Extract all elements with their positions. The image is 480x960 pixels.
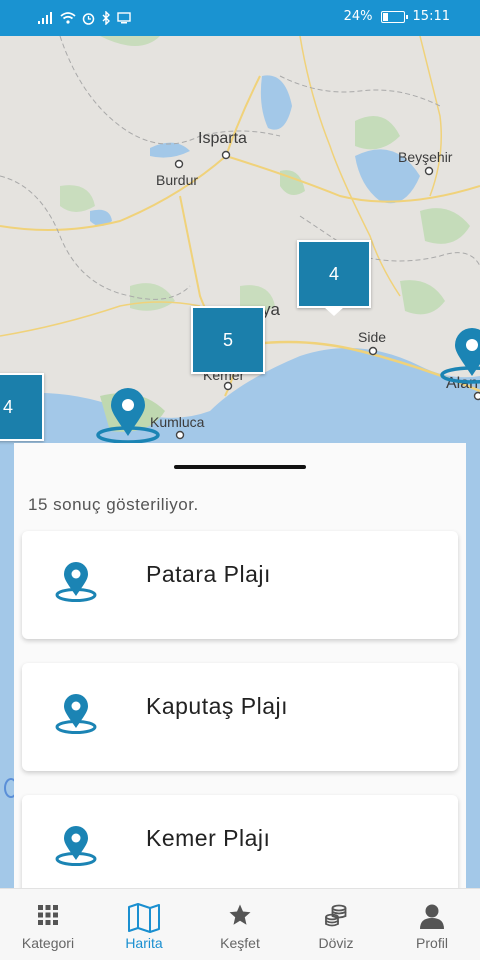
alarm-icon: [82, 12, 95, 25]
screen-icon: [117, 12, 131, 24]
map-cluster-marker[interactable]: 4: [297, 240, 371, 308]
result-card[interactable]: Patara Plajı: [22, 531, 458, 639]
city-label-burdur: Burdur: [156, 172, 199, 188]
tab-doviz[interactable]: Döviz: [288, 889, 384, 960]
clock: 15:11: [412, 9, 450, 24]
results-count: 15 sonuç gösteriliyor.: [28, 495, 199, 514]
city-label-isparta: Isparta: [198, 130, 247, 147]
tab-label: Keşfet: [220, 935, 260, 951]
status-bar: 24% 15:11: [0, 0, 480, 36]
location-pin-icon: [55, 826, 97, 866]
tab-kategori[interactable]: Kategori: [0, 889, 96, 960]
status-icons: [38, 10, 131, 26]
result-card[interactable]: Kemer Plajı: [22, 795, 458, 888]
map-cluster-marker[interactable]: 4: [0, 373, 44, 441]
bluetooth-icon: [102, 11, 110, 25]
sheet-drag-handle[interactable]: [174, 465, 306, 469]
battery-icon: [380, 10, 408, 23]
star-icon: [229, 904, 251, 925]
wifi-icon: [60, 12, 76, 24]
tab-label: Kategori: [21, 935, 75, 951]
result-name: Patara Plajı: [146, 561, 271, 587]
tab-kesfet[interactable]: Keşfet: [192, 889, 288, 960]
person-icon: [420, 904, 444, 929]
results-bottom-sheet[interactable]: 15 sonuç gösteriliyor. Patara Plajı Kapu…: [14, 443, 466, 888]
grid-icon: [38, 905, 58, 925]
tab-harita[interactable]: Harita: [96, 889, 192, 960]
signal-icon: [38, 12, 52, 24]
result-name: Kemer Plajı: [146, 825, 271, 851]
battery-percent: 24%: [343, 9, 373, 24]
map-cluster-marker[interactable]: 5: [191, 306, 265, 374]
coins-icon: [325, 904, 347, 927]
battery-fill: [382, 12, 388, 21]
result-name: Kaputaş Plajı: [146, 693, 289, 719]
location-pin-icon: [55, 562, 97, 602]
tab-label: Harita: [125, 935, 163, 951]
city-label-side: Side: [358, 329, 387, 345]
map-icon: [128, 903, 160, 933]
result-card[interactable]: Kaputaş Plajı: [22, 663, 458, 771]
tab-profil[interactable]: Profil: [384, 889, 480, 960]
cluster-pointer-icon: [324, 307, 344, 316]
map-pin-icon[interactable]: [440, 328, 480, 384]
map-pin-icon[interactable]: [96, 388, 160, 444]
tab-label: Profil: [416, 935, 448, 951]
bottom-tab-bar: Kategori Harita Keşfet Döviz Profil: [0, 888, 480, 960]
tab-label: Döviz: [318, 935, 354, 951]
location-pin-icon: [55, 694, 97, 734]
city-label-beysehir: Beyşehir: [398, 149, 453, 165]
